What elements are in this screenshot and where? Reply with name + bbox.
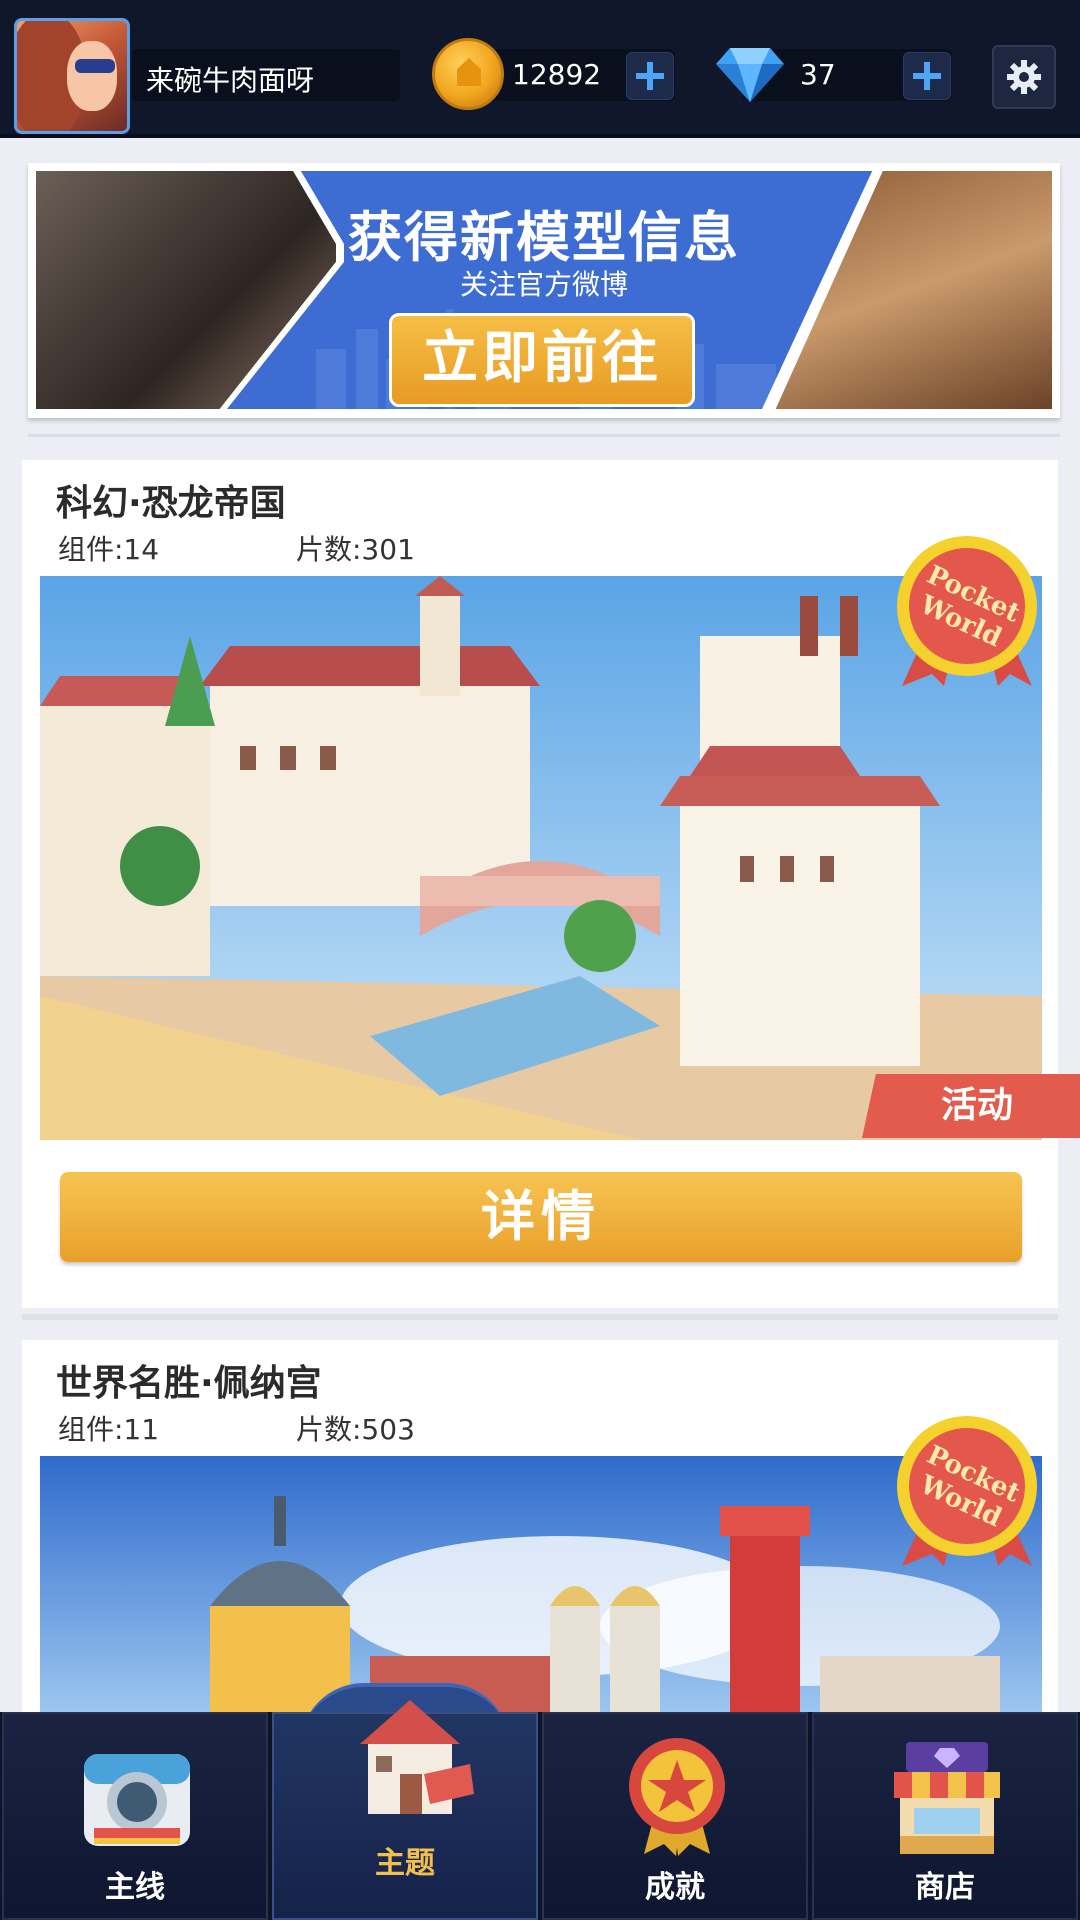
camera-icon bbox=[84, 1754, 190, 1846]
divider bbox=[28, 434, 1060, 437]
coin-icon bbox=[432, 38, 504, 110]
piece-count: 片数:503 bbox=[296, 1413, 415, 1446]
banner-subtitle: 关注官方微博 bbox=[459, 268, 628, 301]
nav-tab-themes[interactable]: 主题 bbox=[272, 1700, 538, 1920]
details-button[interactable]: 详情 bbox=[60, 1172, 1022, 1262]
username: 来碗牛肉面呀 bbox=[146, 64, 315, 97]
card-separator bbox=[22, 1314, 1058, 1320]
gem-count: 37 bbox=[800, 58, 836, 91]
nav-tab-achievements[interactable]: 成就 bbox=[542, 1712, 808, 1920]
avatar[interactable] bbox=[14, 18, 130, 134]
nav-tab-shop[interactable]: 商店 bbox=[812, 1712, 1078, 1920]
add-gems-button[interactable] bbox=[903, 52, 951, 100]
medal-icon bbox=[629, 1738, 725, 1856]
coin-count: 12892 bbox=[512, 58, 602, 91]
username-box: 来碗牛肉面呀 bbox=[132, 49, 400, 101]
nav-label: 商店 bbox=[915, 1870, 975, 1905]
nav-label: 主线 bbox=[105, 1870, 165, 1905]
house-icon bbox=[360, 1700, 474, 1814]
nav-tab-main-story[interactable]: 主线 bbox=[2, 1712, 268, 1920]
event-tag: 活动 bbox=[862, 1074, 1080, 1138]
nav-label: 主题 bbox=[375, 1846, 435, 1881]
component-count: 组件:11 bbox=[58, 1413, 160, 1446]
add-coins-button[interactable] bbox=[626, 52, 674, 100]
gear-icon bbox=[1007, 60, 1041, 94]
go-now-button[interactable]: 立即前往 bbox=[389, 313, 695, 407]
theme-title: 科幻·恐龙帝国 bbox=[56, 483, 286, 524]
banner-background: 获得新模型信息 关注官方微博 立即前往 bbox=[36, 171, 1052, 409]
avatar-mask bbox=[75, 59, 115, 73]
shop-icon bbox=[894, 1742, 1000, 1854]
settings-button[interactable] bbox=[992, 45, 1056, 109]
theme-card: 世界名胜·佩纳宫 组件:11 片数:503 Pocket World bbox=[22, 1340, 1058, 1712]
theme-card: 科幻·恐龙帝国 组件:14 片数:301 Pocket World 活动 详情 bbox=[22, 460, 1080, 1308]
top-bar: 来碗牛肉面呀 12892 37 bbox=[0, 0, 1080, 134]
bottom-navigation: 主线 主题 成就 商店 bbox=[0, 1700, 1080, 1920]
piece-count: 片数:301 bbox=[296, 533, 415, 566]
banner-title: 获得新模型信息 bbox=[348, 206, 740, 269]
component-count: 组件:14 bbox=[58, 533, 160, 566]
weibo-banner[interactable]: 获得新模型信息 关注官方微博 立即前往 bbox=[28, 163, 1060, 418]
theme-title: 世界名胜·佩纳宫 bbox=[56, 1363, 322, 1404]
nav-label: 成就 bbox=[645, 1870, 705, 1905]
avatar-face bbox=[67, 41, 117, 111]
gem-icon bbox=[716, 48, 784, 102]
